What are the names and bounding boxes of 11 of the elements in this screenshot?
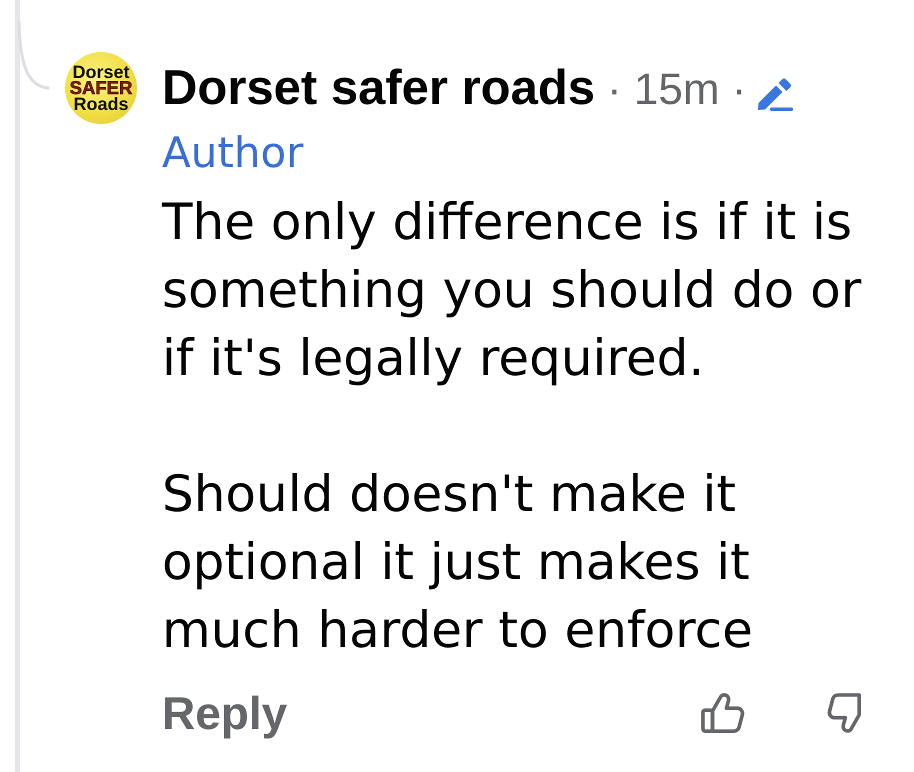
logo-text: SAFER <box>70 80 132 96</box>
reply-link[interactable]: Reply <box>162 687 288 739</box>
author-name[interactable]: Dorset safer roads <box>162 60 596 116</box>
comment-text: Should doesn't make it optional it just makes it much harder to enforce <box>162 464 754 661</box>
thumbs-up-icon[interactable] <box>700 692 746 734</box>
logo-text: Dorset <box>72 64 130 80</box>
thumbs-down-icon[interactable] <box>826 692 862 734</box>
logo-text: Roads <box>73 96 128 112</box>
timestamp: · 15m · <box>607 64 746 116</box>
author-label: Author <box>162 128 304 178</box>
comment-text: The only difference is if it is something you should do or if it's legally required. <box>162 192 862 389</box>
